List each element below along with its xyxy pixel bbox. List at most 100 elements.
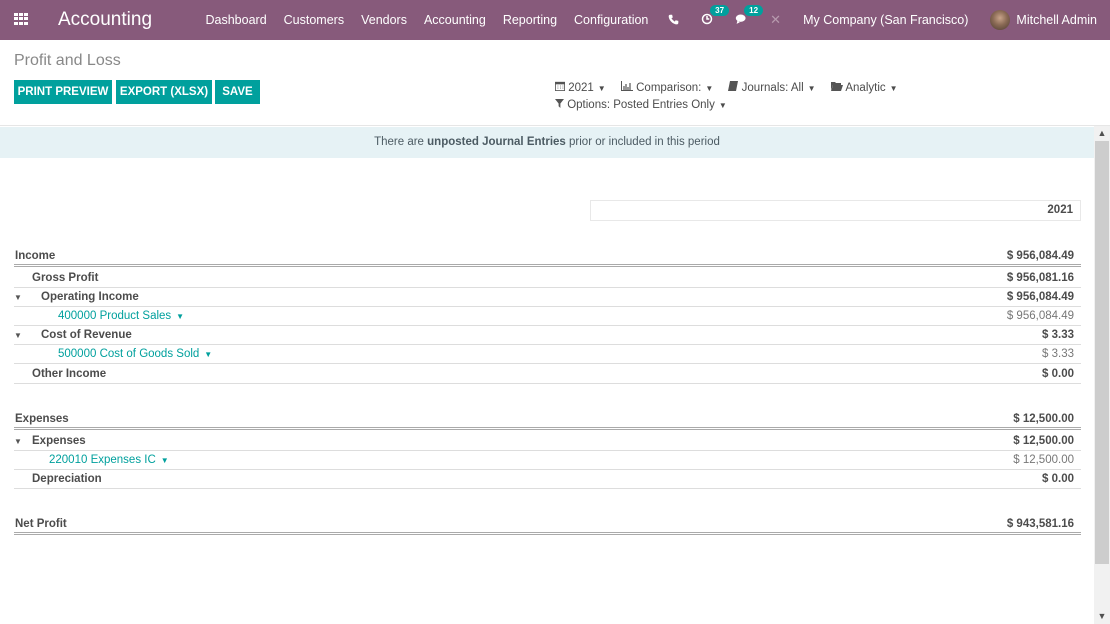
analytic-filter-label: Analytic [845, 82, 886, 94]
menu-item-configuration[interactable]: Configuration [566, 13, 657, 27]
row-value: $ 12,500.00 [1013, 454, 1074, 466]
caret-down-icon: ▼ [807, 84, 816, 93]
caret-down-icon: ▼ [718, 101, 727, 110]
scroll-up-arrow-icon[interactable]: ▲ [1094, 126, 1110, 141]
row-value: $ 0.00 [1042, 473, 1074, 485]
report-row-other-income: Other Income $ 0.00 [14, 365, 1081, 384]
account-link[interactable]: 500000 Cost of Goods Sold ▼ [58, 348, 212, 360]
report-row-net-profit: Net Profit $ 943,581.16 [14, 516, 1081, 535]
report-row-gross-profit: Gross Profit $ 956,081.16 [14, 269, 1081, 288]
warning-text-bold[interactable]: unposted Journal Entries [427, 136, 566, 148]
row-label: Operating Income [41, 291, 139, 303]
report-filters: 2021 ▼ Comparison: ▼ Journals: All ▼ Analyt… [555, 81, 910, 111]
report-row-expenses: Expenses $ 12,500.00 [14, 411, 1081, 430]
filter-funnel-icon [555, 99, 567, 111]
fold-caret-icon[interactable]: ▼ [14, 331, 22, 340]
app-name[interactable]: Accounting [58, 9, 152, 31]
report-row-account: 220010 Expenses IC ▼ $ 12,500.00 [14, 451, 1081, 470]
date-filter-label: 2021 [568, 82, 594, 94]
row-label: Net Profit [15, 518, 67, 530]
report-row-account: 500000 Cost of Goods Sold ▼ $ 3.33 [14, 345, 1081, 364]
row-label: Other Income [32, 368, 107, 380]
scroll-down-arrow-icon[interactable]: ▼ [1094, 609, 1110, 624]
debug-tools-icon[interactable]: ✕ [770, 12, 781, 28]
scrollbar-thumb[interactable] [1095, 141, 1109, 564]
fold-caret-icon[interactable]: ▼ [14, 293, 22, 302]
account-label: 400000 Product Sales [58, 310, 172, 322]
analytic-filter[interactable]: Analytic ▼ [830, 81, 898, 94]
warning-text-prefix: There are [374, 136, 428, 148]
report-row-depreciation: Depreciation $ 0.00 [14, 470, 1081, 489]
menu-item-customers[interactable]: Customers [275, 13, 352, 27]
caret-down-icon[interactable]: ▼ [161, 456, 169, 465]
row-label: Income [15, 250, 56, 262]
folder-open-icon [830, 82, 846, 94]
options-filter[interactable]: Options: Posted Entries Only ▼ [555, 99, 727, 111]
activity-badge: 37 [710, 4, 730, 16]
row-value: $ 956,084.49 [1006, 310, 1074, 322]
activity-clock-icon[interactable]: 37 [701, 4, 730, 28]
warning-text-suffix: prior or included in this period [565, 136, 720, 148]
bar-chart-icon [620, 81, 636, 94]
messages-icon[interactable]: 12 [735, 4, 764, 28]
fold-caret-icon[interactable]: ▼ [14, 437, 22, 446]
caret-down-icon: ▼ [889, 84, 898, 93]
row-label: Expenses [32, 435, 86, 447]
menu-item-dashboard[interactable]: Dashboard [197, 13, 275, 27]
date-filter[interactable]: 2021 ▼ [555, 81, 606, 94]
row-label: Cost of Revenue [41, 329, 132, 341]
comparison-filter-label: Comparison: [636, 82, 702, 94]
report-row-operating-income[interactable]: ▼ Operating Income $ 956,084.49 [14, 288, 1081, 307]
menu-item-vendors[interactable]: Vendors [353, 13, 416, 27]
row-value: $ 956,081.16 [1006, 272, 1074, 284]
caret-down-icon[interactable]: ▼ [204, 350, 212, 359]
row-value: $ 3.33 [1042, 329, 1074, 341]
journals-filter-label: Journals: All [741, 82, 804, 94]
export-xlsx-button[interactable]: EXPORT (XLSX) [116, 80, 212, 104]
report-content: 2021 [0, 158, 1094, 624]
control-panel: Profit and Loss PRINT PREVIEW EXPORT (XL… [0, 40, 1110, 126]
menu-item-accounting[interactable]: Accounting [415, 13, 494, 27]
menu-item-reporting[interactable]: Reporting [494, 13, 565, 27]
report-row-income: Income $ 956,084.49 [14, 248, 1081, 267]
report-row-account: 400000 Product Sales ▼ $ 956,084.49 [14, 307, 1081, 326]
row-value: $ 12,500.00 [1013, 435, 1074, 447]
row-label: Depreciation [32, 473, 102, 485]
caret-down-icon: ▼ [597, 84, 606, 93]
print-preview-button[interactable]: PRINT PREVIEW [14, 80, 112, 104]
account-link[interactable]: 400000 Product Sales ▼ [58, 310, 184, 322]
company-switcher[interactable]: My Company (San Francisco) [803, 13, 968, 27]
calendar-icon [555, 81, 568, 94]
report-row-expenses-group[interactable]: ▼ Expenses $ 12,500.00 [14, 432, 1081, 451]
save-button[interactable]: SAVE [215, 80, 260, 104]
options-filter-label: Options: Posted Entries Only [567, 99, 715, 111]
caret-down-icon[interactable]: ▼ [176, 312, 184, 321]
book-icon [728, 81, 741, 94]
messages-badge: 12 [744, 4, 764, 16]
account-link[interactable]: 220010 Expenses IC ▼ [49, 454, 169, 466]
account-label: 500000 Cost of Goods Sold [58, 348, 200, 360]
comparison-filter[interactable]: Comparison: ▼ [620, 81, 714, 94]
report-row-cost-of-revenue[interactable]: ▼ Cost of Revenue $ 3.33 [14, 326, 1081, 345]
user-menu[interactable]: Mitchell Admin [990, 10, 1097, 30]
caret-down-icon: ▼ [705, 84, 714, 93]
journals-filter[interactable]: Journals: All ▼ [728, 81, 816, 94]
row-label: Expenses [15, 413, 69, 425]
systray: 37 12 ✕ My Company (San Francisco) Mitch… [668, 0, 1110, 40]
row-value: $ 943,581.16 [1006, 518, 1074, 530]
apps-menu-icon[interactable] [14, 13, 29, 25]
row-value: $ 12,500.00 [1013, 413, 1074, 425]
account-label: 220010 Expenses IC [49, 454, 156, 466]
row-value: $ 956,084.49 [1006, 250, 1074, 262]
main-menu: Dashboard Customers Vendors Accounting R… [197, 0, 657, 40]
page-title: Profit and Loss [14, 52, 121, 69]
avatar [990, 10, 1011, 30]
vertical-scrollbar[interactable]: ▲ ▼ [1094, 126, 1110, 624]
row-value: $ 956,084.49 [1006, 291, 1074, 303]
user-name: Mitchell Admin [1016, 13, 1097, 27]
unposted-entries-warning: There are unposted Journal Entries prior… [0, 127, 1094, 158]
row-label: Gross Profit [32, 272, 99, 284]
top-navbar: Accounting Dashboard Customers Vendors A… [0, 0, 1110, 40]
phone-icon[interactable] [668, 13, 679, 28]
column-header-period: 2021 [590, 200, 1081, 221]
